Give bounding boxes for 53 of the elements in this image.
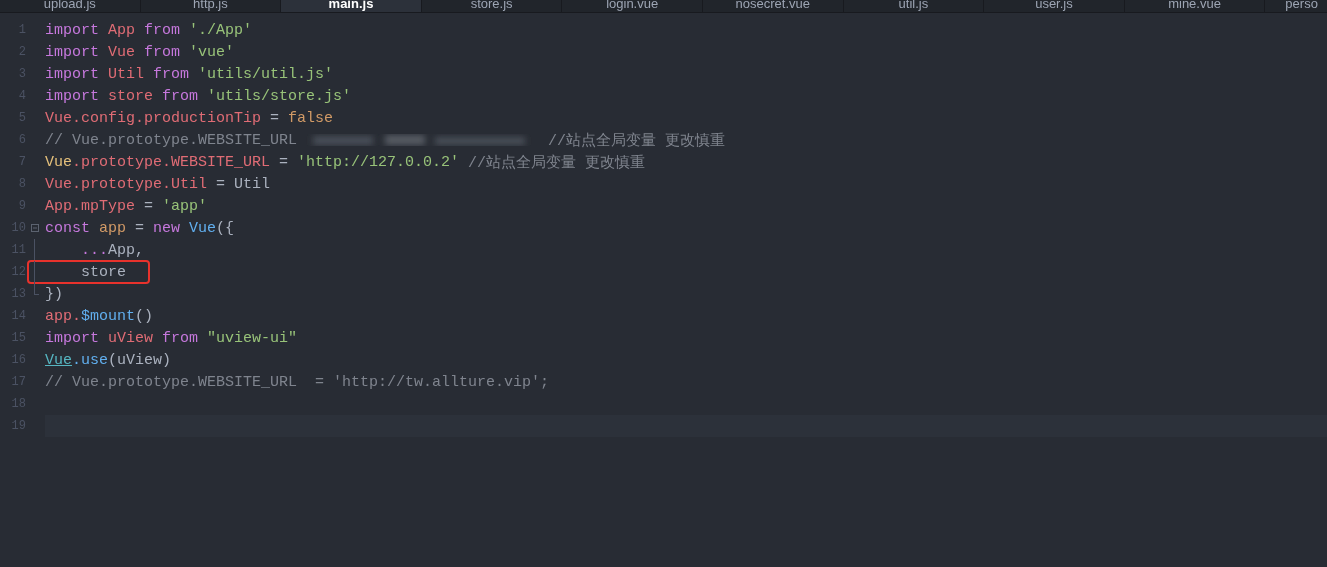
code-token: .use — [72, 351, 109, 369]
code-token: App.mpType — [45, 197, 136, 215]
code-token: = — [144, 197, 155, 215]
code-token: import — [45, 65, 100, 83]
code-token: = Util — [216, 175, 271, 193]
code-token: 'utils/util.js' — [198, 65, 334, 83]
code-token: from — [144, 43, 182, 61]
code-token: ... — [80, 241, 108, 259]
code-token: from — [153, 65, 191, 83]
code-token: $mount — [81, 307, 136, 325]
code-token: store — [108, 87, 155, 105]
code-token: Vue.config.productionTip — [45, 109, 263, 127]
code-token: App — [108, 21, 137, 39]
code-token: 'app' — [162, 197, 208, 215]
code-token: Vue.prototype.Util — [45, 175, 209, 193]
code-token: 'vue' — [189, 43, 235, 61]
code-token: import — [45, 43, 100, 61]
code-token: () — [135, 307, 154, 325]
collapse-icon[interactable] — [31, 224, 39, 232]
code-token: Vue — [45, 351, 72, 369]
code-token: //站点全局变量 更改慎重 — [548, 131, 726, 150]
code-token: from — [162, 329, 200, 347]
code-token: Vue — [189, 219, 217, 237]
code-token: import — [45, 87, 100, 105]
code-token: Vue — [108, 43, 137, 61]
code-token: Vue — [45, 153, 72, 171]
code-token: store — [80, 263, 126, 281]
code-token: ({ — [216, 219, 235, 237]
code-token: from — [144, 21, 182, 39]
code-token: app. — [45, 307, 81, 325]
code-token: import — [45, 21, 100, 39]
code-token: App, — [108, 241, 145, 259]
code-token: 'http://127.0.0.2' — [297, 153, 461, 171]
code-token: "uview-ui" — [207, 329, 298, 347]
code-token: }) — [45, 285, 63, 303]
code-token: uView — [108, 329, 155, 347]
code-token: = — [135, 219, 146, 237]
code-token: = — [270, 109, 281, 127]
code-token: // Vue.prototype.WEBSITE_URL = 'http://tw.allture.vip'; — [45, 373, 550, 391]
code-token: from — [162, 87, 200, 105]
code-token: new — [153, 219, 182, 237]
code-token: //站点全局变量 更改慎重 — [468, 153, 646, 172]
code-token: import — [45, 329, 100, 347]
code-token: (uView) — [108, 351, 172, 369]
code-token: const — [45, 219, 91, 237]
code-token: .prototype.WEBSITE_URL — [72, 153, 272, 171]
code-token: // Vue.prototype.WEBSITE_URL — [45, 131, 298, 149]
code-token: Util — [108, 65, 146, 83]
code-token: = — [279, 153, 290, 171]
code-token: './App' — [189, 21, 253, 39]
code-token: 'utils/store.js' — [207, 87, 352, 105]
code-token: app — [99, 219, 128, 237]
code-token: false — [288, 109, 334, 127]
